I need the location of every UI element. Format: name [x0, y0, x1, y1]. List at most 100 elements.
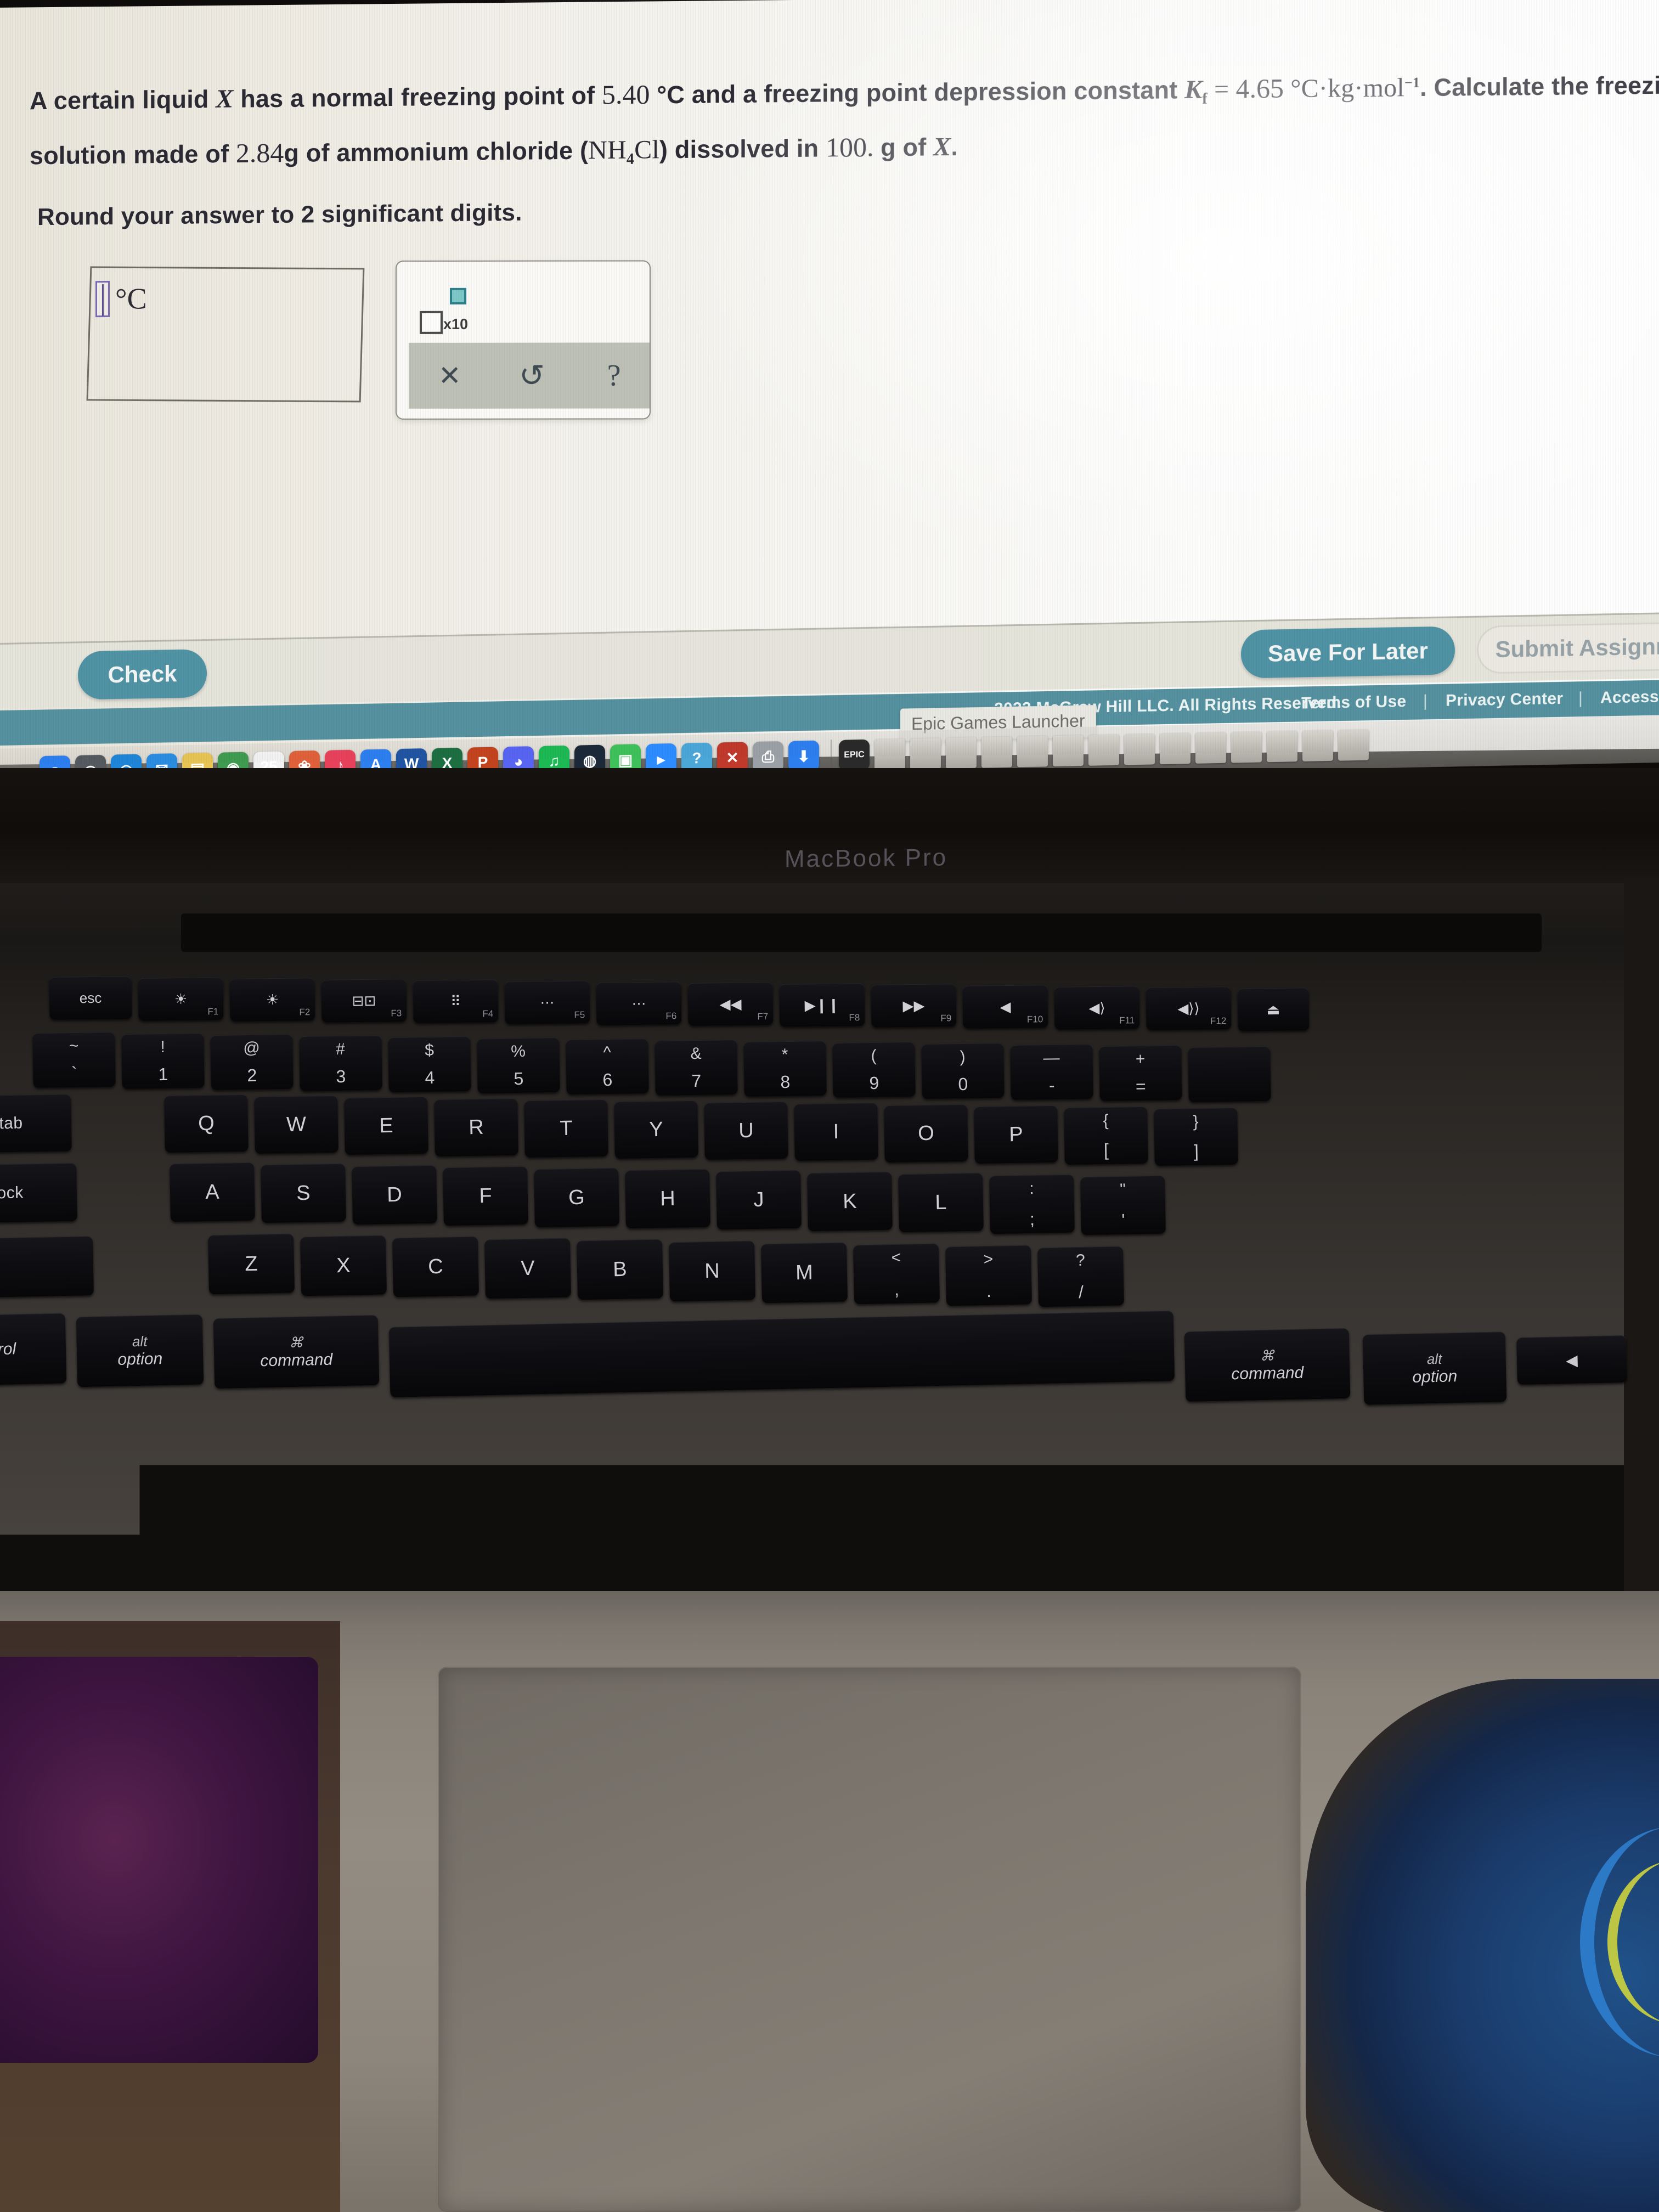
key-o[interactable]: O [884, 1104, 968, 1163]
submit-assignment-button[interactable]: Submit Assignment [1477, 621, 1659, 674]
clear-button[interactable]: ✕ [409, 362, 491, 390]
key-control-left[interactable]: ntrol [0, 1313, 66, 1386]
key-option-left[interactable]: alt option [76, 1314, 204, 1387]
key-shift-left[interactable] [0, 1236, 94, 1299]
key-keyboard-light-down[interactable]: ⋯ F5 [505, 980, 590, 1024]
key-z[interactable]: Z [208, 1234, 295, 1295]
key-m[interactable]: M [761, 1243, 848, 1304]
key-i[interactable]: I [794, 1103, 878, 1161]
key-zero[interactable]: ) 0 [921, 1043, 1004, 1099]
key-k[interactable]: K [807, 1172, 893, 1232]
key-space[interactable] [389, 1311, 1175, 1397]
minimized-window-thumbnail[interactable] [874, 739, 905, 770]
minimized-window-thumbnail[interactable] [1053, 735, 1084, 766]
help-button[interactable]: ? [573, 360, 651, 391]
key-six[interactable]: ^ 6 [566, 1039, 648, 1094]
key-r[interactable]: R [434, 1098, 518, 1156]
key-two[interactable]: @2 [210, 1034, 293, 1090]
key-keyboard-light-up[interactable]: ⋯ F6 [596, 981, 682, 1025]
text-cursor-icon[interactable] [95, 281, 110, 317]
key-tab[interactable]: tab [0, 1094, 72, 1153]
save-for-later-button[interactable]: Save For Later [1241, 626, 1455, 678]
exponent-placeholder-icon[interactable] [450, 288, 466, 304]
key-command-right[interactable]: ⌘ command [1184, 1328, 1351, 1402]
trackpad[interactable] [439, 1668, 1300, 2211]
minimized-window-thumbnail[interactable] [1160, 733, 1190, 764]
key-j[interactable]: J [716, 1170, 802, 1230]
key-q[interactable]: Q [164, 1094, 249, 1153]
minimized-window-thumbnail[interactable] [981, 737, 1012, 768]
undo-button[interactable]: ↺ [491, 360, 573, 391]
key-three[interactable]: #3 [299, 1035, 382, 1091]
minimized-window-thumbnail[interactable] [1231, 731, 1262, 763]
key-g[interactable]: G [534, 1168, 619, 1228]
minimized-window-thumbnail[interactable] [1267, 731, 1297, 762]
minimized-window-thumbnail[interactable] [1017, 736, 1048, 767]
key-e[interactable]: E [344, 1097, 428, 1155]
answer-unit-label: °C [115, 284, 147, 314]
key-brightness-down[interactable]: ☀ F1 [138, 977, 224, 1021]
key-f[interactable]: F [443, 1166, 528, 1226]
key-a[interactable]: A [170, 1163, 255, 1222]
key-comma[interactable]: <, [853, 1244, 940, 1305]
key-mission-control[interactable]: ⊟⊡ F3 [321, 979, 407, 1023]
key-delete[interactable] [1188, 1046, 1271, 1102]
key-volume-down[interactable]: ◀⟩ F11 [1054, 986, 1140, 1030]
key-u[interactable]: U [704, 1102, 788, 1160]
check-button[interactable]: Check [78, 649, 207, 699]
key-v[interactable]: V [484, 1238, 571, 1299]
key-play-pause[interactable]: ▶❙❙ F8 [780, 983, 865, 1027]
minimized-window-thumbnail[interactable] [1124, 733, 1155, 765]
key-seven[interactable]: & 7 [654, 1040, 737, 1096]
key-caps-lock[interactable]: lock [0, 1163, 77, 1223]
key-one[interactable]: ! 1 [121, 1033, 204, 1089]
minimized-window-thumbnail[interactable] [910, 738, 941, 769]
key-arrow-left[interactable]: ◀ [1516, 1335, 1627, 1385]
minimized-window-thumbnail[interactable] [1088, 735, 1119, 766]
key-esc[interactable]: esc [49, 976, 132, 1020]
minimized-window-thumbnail[interactable] [946, 737, 977, 769]
key-eject[interactable]: ⏏ [1238, 988, 1310, 1031]
key-c[interactable]: C [392, 1237, 479, 1297]
privacy-center-link[interactable]: Privacy Center [1446, 690, 1563, 710]
key-d[interactable]: D [352, 1165, 437, 1225]
key-bracket-right[interactable]: }] [1154, 1108, 1238, 1166]
minimized-window-thumbnail[interactable] [1338, 730, 1369, 761]
accessibility-link[interactable]: Accessibility [1600, 687, 1659, 707]
key-slash[interactable]: ? / [1037, 1246, 1124, 1307]
key-brightness-up[interactable]: ☀ F2 [230, 978, 315, 1022]
key-minus[interactable]: — - [1010, 1044, 1093, 1100]
key-s[interactable]: S [261, 1164, 346, 1223]
key-h[interactable]: H [625, 1169, 710, 1229]
key-b[interactable]: B [577, 1239, 663, 1300]
key-t[interactable]: T [524, 1099, 608, 1158]
key-command-left[interactable]: ⌘ command [213, 1315, 380, 1389]
key-period[interactable]: >. [945, 1245, 1032, 1306]
key-w[interactable]: W [254, 1096, 338, 1154]
terms-of-use-link[interactable]: Terms of Use [1301, 692, 1406, 713]
key-four[interactable]: $4 [388, 1036, 471, 1092]
minimized-window-thumbnail[interactable] [1302, 730, 1333, 761]
download-icon[interactable]: ⬇ [788, 741, 819, 772]
key-p[interactable]: P [974, 1105, 1058, 1164]
epic-icon[interactable]: EPIC [839, 740, 870, 771]
key-volume-up[interactable]: ◀⟩⟩ F12 [1146, 986, 1232, 1030]
key-tilde[interactable]: ~ ` [32, 1032, 115, 1088]
key-launchpad[interactable]: ⠿ F4 [413, 979, 499, 1023]
key-equals[interactable]: + = [1099, 1045, 1182, 1101]
key-semicolon[interactable]: :; [989, 1175, 1075, 1234]
key-l[interactable]: L [898, 1173, 984, 1233]
key-five[interactable]: % 5 [477, 1037, 560, 1093]
key-quote[interactable]: " ' [1080, 1176, 1166, 1235]
key-n[interactable]: N [669, 1241, 755, 1302]
key-rewind[interactable]: ◀◀ F7 [688, 982, 774, 1026]
key-option-right[interactable]: alt option [1363, 1331, 1507, 1404]
key-mute[interactable]: ◀ F10 [963, 985, 1048, 1029]
key-y[interactable]: Y [614, 1101, 698, 1159]
key-eight[interactable]: * 8 [743, 1041, 826, 1097]
minimized-window-thumbnail[interactable] [1195, 732, 1226, 764]
key-bracket-left[interactable]: {[ [1064, 1107, 1148, 1165]
key-fast-forward[interactable]: ▶▶ F9 [871, 984, 957, 1028]
key-nine[interactable]: (9 [832, 1042, 915, 1098]
key-x[interactable]: X [300, 1235, 387, 1296]
